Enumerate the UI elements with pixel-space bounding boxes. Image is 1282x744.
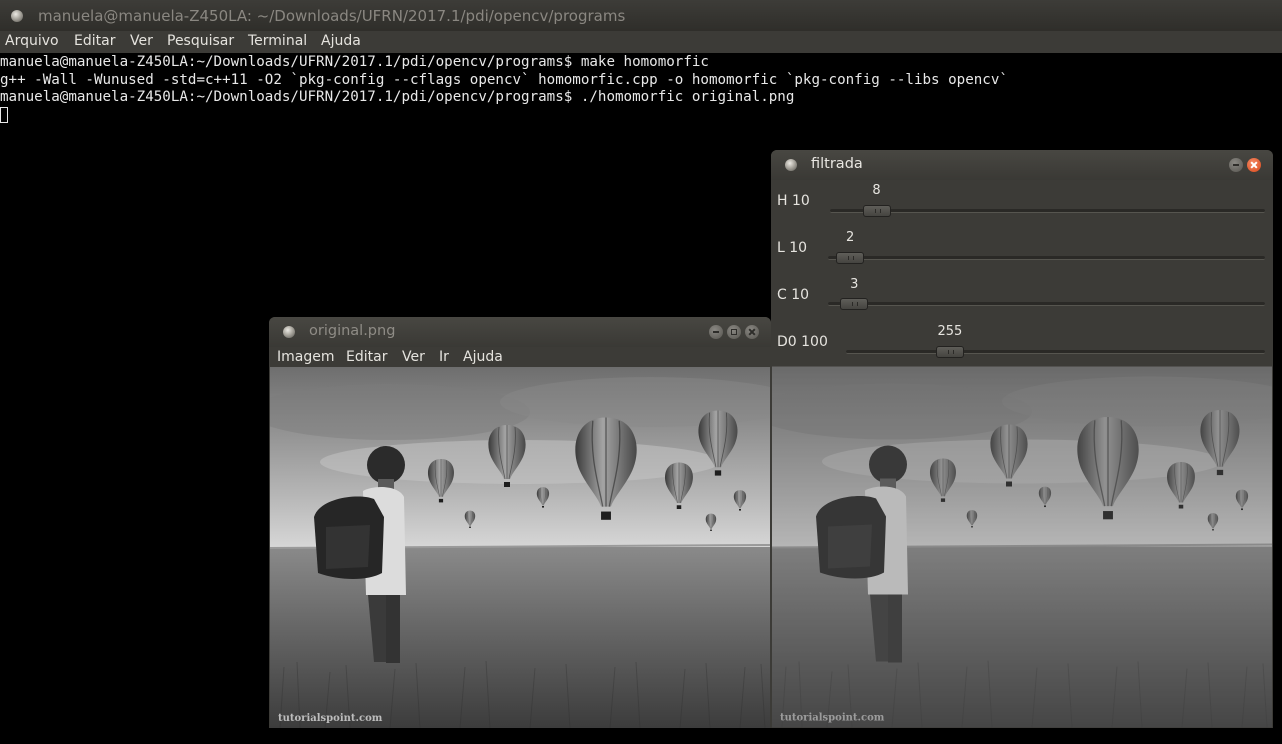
terminal-cursor xyxy=(0,106,8,123)
menu-arquivo[interactable]: Arquivo xyxy=(5,33,59,49)
trackbar-value-h: 8 xyxy=(872,183,881,198)
menu-ir[interactable]: Ir xyxy=(439,349,449,365)
menu-terminal[interactable]: Terminal xyxy=(248,33,307,49)
terminal-line: g++ -Wall -Wunused -std=c++11 -O2 `pkg-c… xyxy=(0,71,1008,88)
maximize-icon[interactable] xyxy=(727,325,741,339)
terminal-line: manuela@manuela-Z450LA:~/Downloads/UFRN/… xyxy=(0,89,795,105)
trackbar-panel: H 10 8 L 10 2 C 10 3 D0 100 255 xyxy=(771,180,1273,366)
trackbar-handle-d0[interactable] xyxy=(935,346,964,358)
trackbar-label-l: L 10 xyxy=(777,240,808,256)
window-menu-icon[interactable] xyxy=(283,326,295,338)
watermark-text: tutorialspoint.com xyxy=(780,713,885,724)
terminal-output[interactable]: manuela@manuela-Z450LA:~/Downloads/UFRN/… xyxy=(0,54,1282,124)
trackbar-c[interactable] xyxy=(828,302,1265,306)
menu-ajuda[interactable]: Ajuda xyxy=(463,349,503,365)
menu-ver[interactable]: Ver xyxy=(130,33,153,49)
trackbar-l[interactable] xyxy=(828,256,1265,260)
trackbar-handle-c[interactable] xyxy=(840,298,869,310)
filtered-titlebar[interactable]: filtrada xyxy=(771,150,1273,180)
trackbar-handle-l[interactable] xyxy=(836,252,865,264)
menu-pesquisar[interactable]: Pesquisar xyxy=(167,33,234,49)
trackbar-value-c: 3 xyxy=(850,277,859,292)
trackbar-h[interactable] xyxy=(830,209,1265,213)
original-photo: tutorialspoint.com xyxy=(270,367,770,728)
trackbar-d0[interactable] xyxy=(846,350,1265,354)
trackbar-handle-h[interactable] xyxy=(862,205,891,217)
trackbar-label-h: H 10 xyxy=(777,193,810,209)
terminal-menubar: Arquivo Editar Ver Pesquisar Terminal Aj… xyxy=(0,31,1282,53)
filtered-window-title: filtrada xyxy=(811,156,863,172)
window-menu-icon[interactable] xyxy=(11,10,23,22)
filtered-photo: tutorialspoint.com xyxy=(772,366,1272,728)
trackbar-value-d0: 255 xyxy=(937,324,963,339)
terminal-titlebar[interactable]: manuela@manuela-Z450LA: ~/Downloads/UFRN… xyxy=(0,0,1282,31)
menu-editar[interactable]: Editar xyxy=(346,349,387,365)
menu-imagem[interactable]: Imagem xyxy=(277,349,334,365)
original-titlebar[interactable]: original.png xyxy=(269,317,771,347)
minimize-icon[interactable] xyxy=(1229,158,1243,172)
trackbar-value-l: 2 xyxy=(846,230,855,245)
terminal-line: manuela@manuela-Z450LA:~/Downloads/UFRN/… xyxy=(0,54,709,70)
menu-ver[interactable]: Ver xyxy=(402,349,425,365)
close-icon[interactable] xyxy=(1247,158,1261,172)
original-window-title: original.png xyxy=(309,323,396,339)
original-menubar: Imagem Editar Ver Ir Ajuda xyxy=(269,347,771,367)
trackbar-label-c: C 10 xyxy=(777,287,810,303)
terminal-title: manuela@manuela-Z450LA: ~/Downloads/UFRN… xyxy=(38,7,626,25)
filtered-image-window[interactable]: filtrada H 10 8 L 10 2 C 10 3 D0 100 255… xyxy=(771,150,1273,728)
menu-editar[interactable]: Editar xyxy=(74,33,115,49)
menu-ajuda[interactable]: Ajuda xyxy=(321,33,361,49)
minimize-icon[interactable] xyxy=(709,325,723,339)
watermark-text: tutorialspoint.com xyxy=(278,713,383,724)
window-menu-icon[interactable] xyxy=(785,159,797,171)
original-image-window[interactable]: original.png Imagem Editar Ver Ir Ajuda … xyxy=(269,317,771,728)
trackbar-label-d0: D0 100 xyxy=(777,334,828,350)
close-icon[interactable] xyxy=(745,325,759,339)
